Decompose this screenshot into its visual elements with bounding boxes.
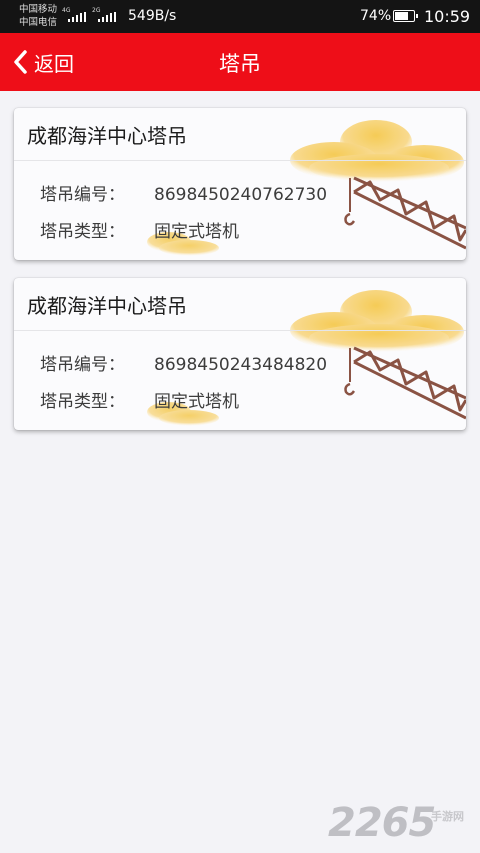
page-title: 塔吊 bbox=[219, 52, 261, 76]
carrier-1: 中国移动 bbox=[19, 4, 58, 15]
status-bar: 中国移动 中国电信 4G 2G 549B/s 74% 10:59 bbox=[0, 0, 480, 33]
battery-percent: 74% bbox=[360, 8, 392, 24]
divider bbox=[14, 160, 466, 161]
crane-number-value: 8698450240762730 bbox=[154, 185, 328, 205]
crane-type-row: 塔吊类型： 固定式塔机 bbox=[40, 217, 239, 242]
crane-type-row: 塔吊类型： 固定式塔机 bbox=[40, 387, 239, 412]
battery-fill bbox=[395, 12, 408, 20]
crane-number-row: 塔吊编号： 8698450243484820 bbox=[40, 350, 327, 375]
watermark-number: 2265 bbox=[328, 800, 436, 846]
crane-type-label: 塔吊类型： bbox=[40, 392, 125, 412]
crane-number-label: 塔吊编号： bbox=[40, 355, 125, 375]
crane-type-label: 塔吊类型： bbox=[40, 222, 125, 242]
network-speed: 549B/s bbox=[128, 8, 177, 24]
carrier-names: 中国移动 中国电信 bbox=[19, 3, 57, 29]
crane-type-value: 固定式塔机 bbox=[154, 222, 239, 242]
site-watermark: 2265 手游网 bbox=[328, 800, 480, 853]
clock: 10:59 bbox=[424, 7, 471, 26]
card-title: 成都海洋中心塔吊 bbox=[27, 124, 187, 148]
crane-card[interactable]: 成都海洋中心塔吊 塔吊编号： 8698450243484820 塔吊类型： 固定式塔… bbox=[14, 278, 466, 430]
watermark-text: 手游网 bbox=[431, 810, 464, 823]
app-header: 返回 塔吊 bbox=[0, 33, 480, 91]
crane-type-value: 固定式塔机 bbox=[154, 392, 239, 412]
battery-icon bbox=[393, 10, 418, 22]
card-title: 成都海洋中心塔吊 bbox=[27, 294, 187, 318]
divider bbox=[14, 330, 466, 331]
crane-number-row: 塔吊编号： 8698450240762730 bbox=[40, 180, 327, 205]
carrier-2: 中国电信 bbox=[19, 17, 58, 28]
crane-number-label: 塔吊编号： bbox=[40, 185, 125, 205]
crane-card[interactable]: 成都海洋中心塔吊 塔吊编号： 8698450240762730 塔吊类型： 固定式塔… bbox=[14, 108, 466, 260]
crane-number-value: 8698450243484820 bbox=[154, 355, 328, 375]
